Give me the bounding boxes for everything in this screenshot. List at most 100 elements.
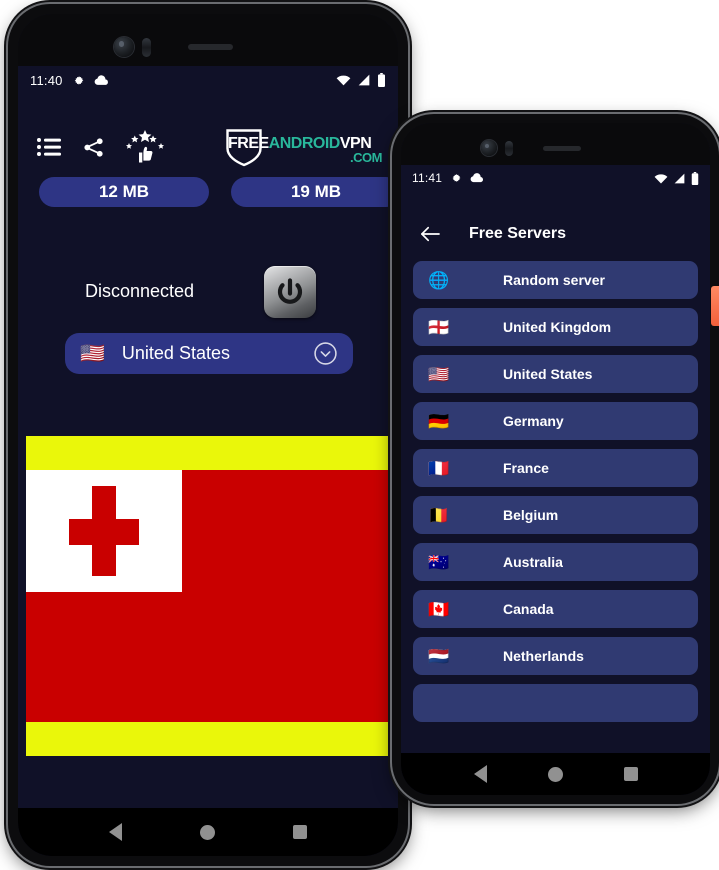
nav-back-icon-secondary[interactable]: [473, 765, 487, 783]
upload-value: 19 MB: [290, 182, 342, 201]
earpiece-speaker: [188, 44, 233, 50]
nav-back-icon[interactable]: [109, 823, 122, 841]
phone-device-primary: 11:40 FREEANDROIDVPN .COM 12 MB 19 MB Di…: [8, 4, 408, 866]
flag-canton: [26, 470, 182, 592]
flag-icon: 🇦🇺: [428, 552, 450, 572]
earpiece-speaker-secondary: [543, 146, 581, 151]
server-list-item[interactable]: 🇧🇪 Belgium: [413, 496, 698, 534]
signal-icon: [357, 74, 371, 86]
front-camera-icon-secondary: [481, 140, 497, 156]
flag-icon: 🌐: [428, 270, 450, 290]
flag-icon: 🇫🇷: [428, 458, 450, 478]
proximity-sensor-icon-secondary: [505, 141, 513, 156]
share-icon[interactable]: [82, 136, 105, 159]
server-name: Germany: [503, 413, 564, 429]
signal-icon-secondary: [673, 173, 686, 184]
ad-banner[interactable]: [26, 436, 394, 756]
server-list-item[interactable]: 🇨🇦 Canada: [413, 590, 698, 628]
server-name: Canada: [503, 601, 554, 617]
battery-icon-secondary: [691, 171, 699, 185]
cloud-icon-secondary: [470, 173, 484, 183]
gear-icon-secondary: [450, 172, 462, 184]
arrow-left-icon[interactable]: [419, 225, 441, 243]
server-list-item[interactable]: 🇺🇸 United States: [413, 355, 698, 393]
android-nav-bar-secondary: [401, 753, 710, 795]
selected-server-label: United States: [121, 343, 230, 363]
server-list-item[interactable]: 🇦🇺 Australia: [413, 543, 698, 581]
logo-dotcom: .COM: [350, 150, 382, 165]
server-name: United States: [503, 366, 593, 382]
toolbar-icon-group: [36, 130, 165, 164]
server-list-item[interactable]: 🇳🇱 Netherlands: [413, 637, 698, 675]
rate-stars-thumbsup-icon[interactable]: [125, 130, 165, 164]
server-name: France: [503, 460, 549, 476]
flag-icon: 🇺🇸: [428, 364, 450, 384]
flag-icon: 🇧🇪: [428, 505, 450, 525]
status-bar-left-secondary: 11:41: [412, 171, 484, 185]
status-bar-primary: 11:40: [18, 66, 398, 94]
download-stat-pill: 12 MB: [39, 177, 209, 207]
status-bar-right: [336, 73, 386, 87]
app-bar-free-servers: Free Servers: [401, 213, 710, 255]
banner-stripe-top: [26, 436, 394, 470]
free-servers-screen: 11:41: [401, 165, 710, 795]
server-list-item[interactable]: 🌐 Random server: [413, 261, 698, 299]
server-name: Random server: [503, 272, 605, 288]
tonga-flag: [26, 470, 394, 722]
server-list-item[interactable]: 🇫🇷 France: [413, 449, 698, 487]
android-nav-bar-primary: [18, 808, 398, 856]
nav-recents-icon[interactable]: [293, 825, 307, 839]
nav-recents-icon-secondary[interactable]: [623, 767, 638, 781]
flag-icon: 🇳🇱: [428, 646, 450, 666]
app-logo: FREEANDROIDVPN .COM: [220, 126, 382, 168]
connection-status-label: Disconnected: [85, 281, 195, 301]
server-name: Australia: [503, 554, 563, 570]
logo-android: ANDROID: [268, 135, 341, 152]
chevron-down-circle-icon[interactable]: [313, 341, 338, 366]
flag-icon: 🇨🇦: [428, 599, 450, 619]
status-time: 11:40: [30, 72, 63, 88]
logo-free: FREE: [228, 135, 269, 152]
server-list[interactable]: 🌐 Random server 🏴󠁧󠁢󠁥󠁮󠁧󠁿 United Kingdom 🇺🇸 Uni…: [401, 261, 710, 795]
flag-icon-united-states: 🇺🇸: [80, 342, 105, 365]
nav-home-icon-secondary[interactable]: [547, 766, 563, 782]
app-toolbar-primary: FREEANDROIDVPN .COM: [18, 124, 398, 170]
cloud-icon: [94, 74, 109, 86]
nav-home-icon[interactable]: [200, 824, 215, 840]
gear-icon: [72, 74, 85, 87]
wifi-icon-secondary: [654, 173, 668, 184]
flag-icon: 🏴󠁧󠁢󠁥󠁮󠁧󠁿: [428, 317, 450, 337]
cross-horizontal: [69, 519, 139, 545]
server-list-item[interactable]: 🇩🇪 Germany: [413, 402, 698, 440]
flag-cross: [69, 486, 139, 576]
flag-icon: 🇩🇪: [428, 411, 450, 431]
power-button[interactable]: [264, 266, 316, 318]
front-camera-icon: [114, 37, 134, 57]
proximity-sensor-icon: [142, 38, 151, 57]
page-title: Free Servers: [469, 225, 566, 242]
phone-screen-secondary: 11:41: [401, 123, 710, 795]
list-icon[interactable]: [36, 136, 62, 158]
phone-top-bezel-secondary: [401, 123, 710, 165]
server-list-item[interactable]: 🏴󠁧󠁢󠁥󠁮󠁧󠁿 United Kingdom: [413, 308, 698, 346]
battery-icon: [377, 73, 386, 87]
status-bar-left: 11:40: [30, 73, 109, 88]
phone-screen-primary: 11:40 FREEANDROIDVPN .COM 12 MB 19 MB Di…: [18, 14, 398, 856]
screenshot-stage: 11:40 FREEANDROIDVPN .COM 12 MB 19 MB Di…: [0, 0, 719, 870]
server-name: Belgium: [503, 507, 559, 523]
phone-device-secondary: 11:41: [392, 114, 719, 804]
side-promo-tab[interactable]: [711, 286, 719, 326]
upload-stat-pill: 19 MB: [231, 177, 398, 207]
power-icon: [277, 278, 303, 304]
server-selector[interactable]: 🇺🇸 United States: [65, 333, 353, 374]
status-bar-right-secondary: [654, 171, 699, 185]
banner-stripe-bottom: [26, 722, 394, 756]
download-value: 12 MB: [98, 182, 150, 201]
server-list-item-partial[interactable]: [413, 684, 698, 722]
server-name: Netherlands: [503, 648, 584, 664]
status-bar-secondary: 11:41: [401, 165, 710, 191]
phone-top-bezel: [18, 14, 398, 66]
vpn-home-screen: 11:40 FREEANDROIDVPN .COM 12 MB 19 MB Di…: [18, 66, 398, 856]
server-name: United Kingdom: [503, 319, 612, 335]
status-time-secondary: 11:41: [412, 171, 443, 185]
